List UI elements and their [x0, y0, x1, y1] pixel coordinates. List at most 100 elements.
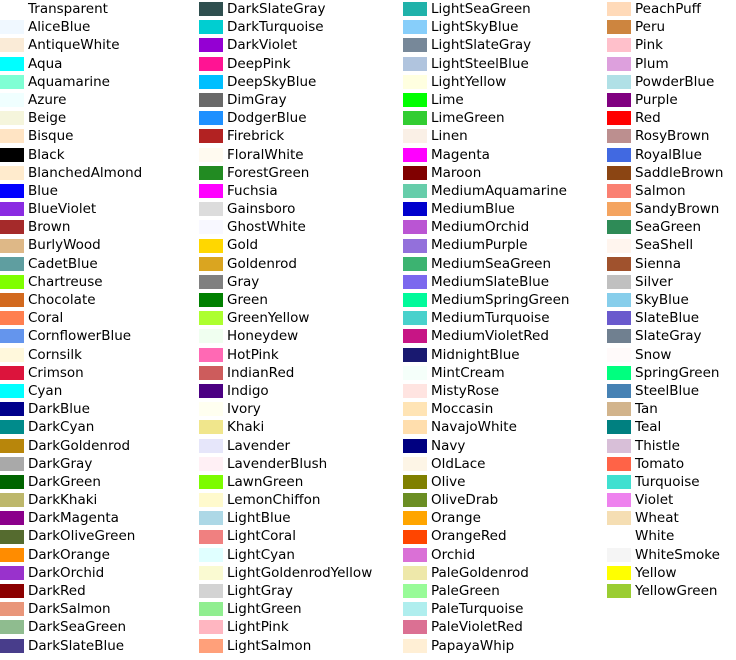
color-swatch[interactable]: [403, 202, 427, 217]
color-swatch[interactable]: [199, 384, 223, 399]
color-swatch[interactable]: [403, 38, 427, 53]
color-swatch[interactable]: [0, 183, 24, 198]
color-swatch[interactable]: [607, 493, 631, 508]
color-swatch[interactable]: [403, 20, 427, 35]
color-row[interactable]: Azure: [0, 91, 200, 109]
color-row[interactable]: MediumOrchid: [403, 218, 603, 236]
color-row[interactable]: DarkCyan: [0, 418, 200, 436]
color-swatch[interactable]: [0, 220, 24, 235]
color-swatch[interactable]: [199, 238, 223, 253]
color-row[interactable]: SlateBlue: [607, 309, 736, 327]
color-swatch[interactable]: [607, 420, 631, 435]
color-row[interactable]: Cornsilk: [0, 346, 200, 364]
color-row[interactable]: Khaki: [199, 418, 399, 436]
color-row[interactable]: DodgerBlue: [199, 109, 399, 127]
color-swatch[interactable]: [607, 565, 631, 580]
color-row[interactable]: Transparent: [0, 0, 200, 18]
color-row[interactable]: Peru: [607, 18, 736, 36]
color-swatch[interactable]: [607, 474, 631, 489]
color-swatch[interactable]: [199, 493, 223, 508]
color-row[interactable]: Sienna: [607, 255, 736, 273]
color-row[interactable]: LimeGreen: [403, 109, 603, 127]
color-swatch[interactable]: [607, 529, 631, 544]
color-swatch[interactable]: [403, 274, 427, 289]
color-row[interactable]: DarkOrchid: [0, 564, 200, 582]
color-row[interactable]: Tomato: [607, 455, 736, 473]
color-swatch[interactable]: [199, 56, 223, 71]
color-row[interactable]: Lavender: [199, 437, 399, 455]
color-row[interactable]: SkyBlue: [607, 291, 736, 309]
color-swatch[interactable]: [199, 347, 223, 362]
color-swatch[interactable]: [607, 2, 631, 17]
color-row[interactable]: DarkOrange: [0, 546, 200, 564]
color-swatch[interactable]: [607, 256, 631, 271]
color-swatch[interactable]: [199, 329, 223, 344]
color-swatch[interactable]: [403, 529, 427, 544]
color-row[interactable]: AntiqueWhite: [0, 36, 200, 54]
color-row[interactable]: RoyalBlue: [607, 146, 736, 164]
color-swatch[interactable]: [403, 347, 427, 362]
color-swatch[interactable]: [403, 93, 427, 108]
color-swatch[interactable]: [607, 547, 631, 562]
color-swatch[interactable]: [403, 438, 427, 453]
color-row[interactable]: DarkSlateBlue: [0, 637, 200, 655]
color-swatch[interactable]: [199, 547, 223, 562]
color-swatch[interactable]: [607, 220, 631, 235]
color-row[interactable]: HotPink: [199, 346, 399, 364]
color-swatch[interactable]: [199, 620, 223, 635]
color-row[interactable]: DarkMagenta: [0, 509, 200, 527]
color-swatch[interactable]: [0, 202, 24, 217]
color-row[interactable]: Honeydew: [199, 327, 399, 345]
color-row[interactable]: MediumTurquoise: [403, 309, 603, 327]
color-row[interactable]: Ivory: [199, 400, 399, 418]
color-swatch[interactable]: [403, 329, 427, 344]
color-row[interactable]: Linen: [403, 127, 603, 145]
color-swatch[interactable]: [607, 384, 631, 399]
color-row[interactable]: DarkOliveGreen: [0, 527, 200, 545]
color-swatch[interactable]: [607, 511, 631, 526]
color-swatch[interactable]: [0, 329, 24, 344]
color-swatch[interactable]: [199, 38, 223, 53]
color-row[interactable]: Firebrick: [199, 127, 399, 145]
color-swatch[interactable]: [0, 565, 24, 580]
color-row[interactable]: CadetBlue: [0, 255, 200, 273]
color-row[interactable]: DarkViolet: [199, 36, 399, 54]
color-swatch[interactable]: [0, 402, 24, 417]
color-swatch[interactable]: [199, 111, 223, 126]
color-row[interactable]: Chocolate: [0, 291, 200, 309]
color-row[interactable]: SteelBlue: [607, 382, 736, 400]
color-swatch[interactable]: [199, 474, 223, 489]
color-swatch[interactable]: [0, 365, 24, 380]
color-row[interactable]: Purple: [607, 91, 736, 109]
color-row[interactable]: Moccasin: [403, 400, 603, 418]
color-swatch[interactable]: [403, 620, 427, 635]
color-swatch[interactable]: [403, 111, 427, 126]
color-row[interactable]: LightSalmon: [199, 637, 399, 655]
color-swatch[interactable]: [0, 129, 24, 144]
color-row[interactable]: LightSlateGray: [403, 36, 603, 54]
color-row[interactable]: YellowGreen: [607, 582, 736, 600]
color-swatch[interactable]: [0, 547, 24, 562]
color-swatch[interactable]: [403, 256, 427, 271]
color-swatch[interactable]: [199, 129, 223, 144]
color-swatch[interactable]: [0, 20, 24, 35]
color-row[interactable]: Thistle: [607, 437, 736, 455]
color-row[interactable]: DarkSalmon: [0, 600, 200, 618]
color-swatch[interactable]: [403, 456, 427, 471]
color-swatch[interactable]: [199, 420, 223, 435]
color-row[interactable]: PowderBlue: [607, 73, 736, 91]
color-swatch[interactable]: [199, 402, 223, 417]
color-swatch[interactable]: [199, 202, 223, 217]
color-swatch[interactable]: [403, 238, 427, 253]
color-row[interactable]: LightBlue: [199, 509, 399, 527]
color-row[interactable]: Gray: [199, 273, 399, 291]
color-row[interactable]: Brown: [0, 218, 200, 236]
color-row[interactable]: PaleTurquoise: [403, 600, 603, 618]
color-swatch[interactable]: [403, 293, 427, 308]
color-row[interactable]: IndianRed: [199, 364, 399, 382]
color-swatch[interactable]: [0, 511, 24, 526]
color-swatch[interactable]: [403, 474, 427, 489]
color-row[interactable]: Navy: [403, 437, 603, 455]
color-row[interactable]: RosyBrown: [607, 127, 736, 145]
color-row[interactable]: PaleGreen: [403, 582, 603, 600]
